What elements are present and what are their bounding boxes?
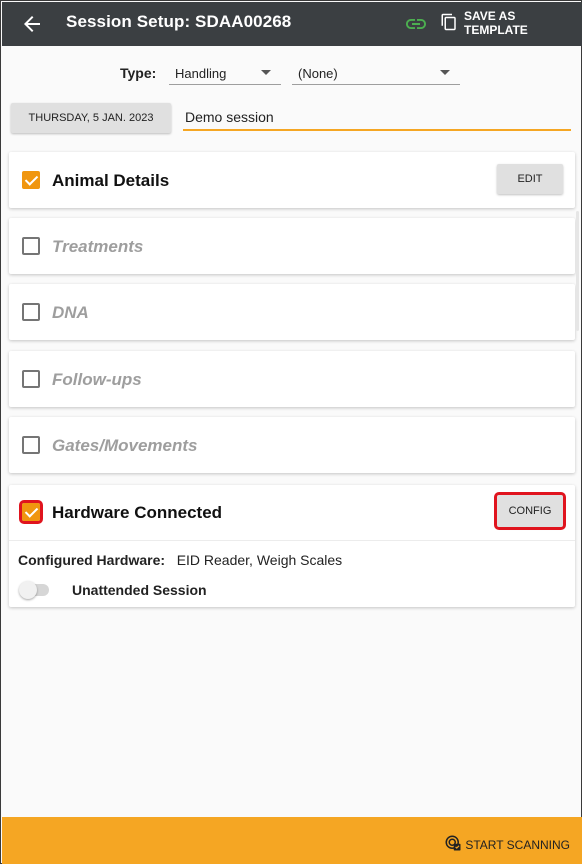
configured-hardware-label: Configured Hardware:: [18, 552, 166, 568]
edit-button[interactable]: EDIT: [497, 164, 563, 194]
config-button[interactable]: CONFIG: [494, 492, 566, 530]
gates-movements-label: Gates/Movements: [52, 436, 198, 455]
footer-bar: START SCANNING: [2, 817, 582, 864]
page-title: Session Setup: SDAA00268: [66, 12, 292, 31]
dna-label: DNA: [52, 303, 89, 322]
configured-hardware-value: EID Reader, Weigh Scales: [176, 552, 343, 568]
gates-movements-checkbox[interactable]: [22, 436, 40, 454]
treatments-label: Treatments: [52, 237, 144, 256]
hardware-connected-label: Hardware Connected: [52, 503, 223, 522]
session-name-input[interactable]: [183, 105, 571, 131]
section-card-gates-movements: Gates/Movements: [9, 417, 575, 473]
unattended-session-label: Unattended Session: [72, 582, 207, 598]
divider: [9, 540, 575, 541]
type-row: Type: Handling (None): [1, 59, 582, 87]
scan-icon: [444, 834, 462, 855]
type-select-value: Handling: [175, 66, 227, 81]
save-as-template-button[interactable]: SAVE AS TEMPLATE: [440, 9, 582, 37]
section-card-follow-ups: Follow-ups: [9, 351, 575, 407]
dropdown-arrow-icon: [440, 70, 450, 75]
link-icon[interactable]: [404, 12, 428, 36]
treatments-checkbox[interactable]: [22, 237, 40, 255]
animal-details-label: Animal Details: [52, 171, 170, 190]
app-frame: Session Setup: SDAA00268 SAVE AS TEMPLAT…: [0, 0, 582, 864]
section-card-treatments: Treatments: [9, 218, 575, 274]
toggle-knob: [19, 581, 37, 599]
type-select[interactable]: Handling: [169, 59, 281, 85]
dropdown-arrow-icon: [261, 70, 271, 75]
start-scanning-button[interactable]: START SCANNING: [444, 834, 570, 855]
dna-checkbox[interactable]: [22, 303, 40, 321]
date-button[interactable]: THURSDAY, 5 JAN. 2023: [11, 103, 171, 133]
start-scanning-label: START SCANNING: [465, 837, 570, 852]
configured-hardware-row: Configured Hardware: EID Reader, Weigh S…: [18, 552, 342, 568]
copy-icon: [440, 12, 458, 35]
section-card-animal-details: Animal Details EDIT: [9, 152, 575, 208]
scrollbar[interactable]: [576, 211, 579, 331]
section-card-hardware: Hardware Connected CONFIG Configured Har…: [9, 485, 575, 607]
follow-ups-label: Follow-ups: [52, 370, 142, 389]
save-as-template-label: SAVE AS TEMPLATE: [464, 9, 528, 37]
unattended-session-toggle[interactable]: [19, 581, 49, 599]
type-label: Type:: [120, 65, 157, 81]
subtype-select[interactable]: (None): [292, 59, 460, 85]
animal-details-checkbox[interactable]: [22, 171, 40, 189]
section-card-dna: DNA: [9, 284, 575, 340]
follow-ups-checkbox[interactable]: [22, 370, 40, 388]
back-arrow-icon[interactable]: [20, 12, 44, 36]
subtype-select-value: (None): [298, 66, 338, 81]
hardware-connected-checkbox[interactable]: [19, 500, 43, 524]
app-bar: Session Setup: SDAA00268 SAVE AS TEMPLAT…: [2, 2, 582, 46]
